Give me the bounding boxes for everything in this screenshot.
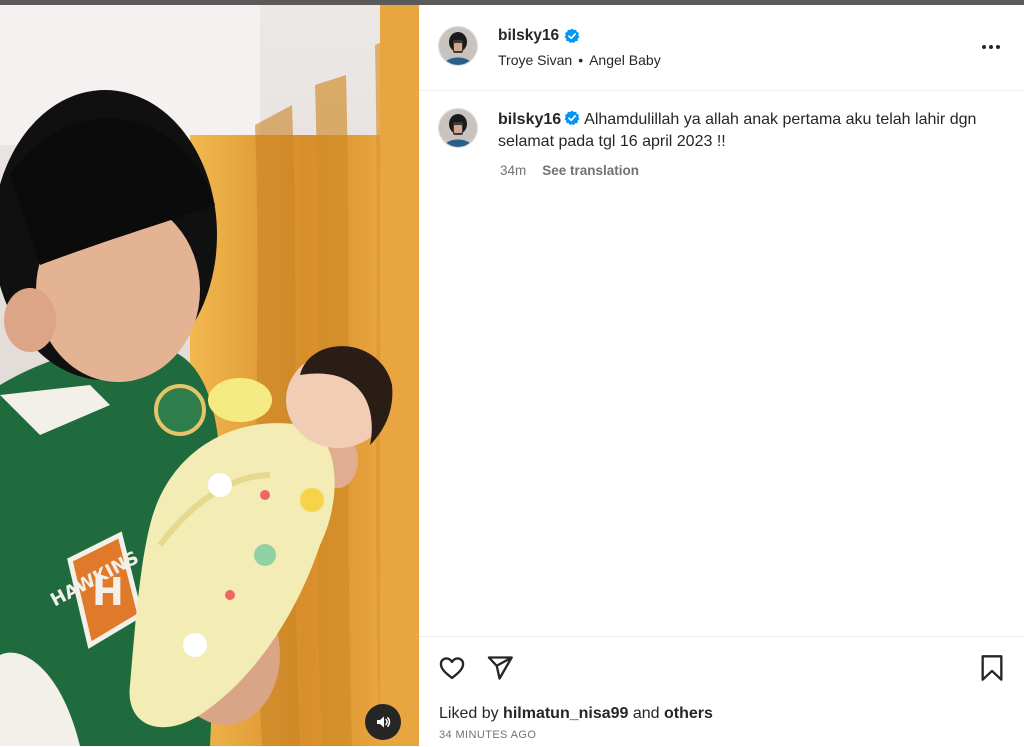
liked-by-user-link[interactable]: hilmatun_nisa99: [503, 705, 628, 722]
more-options-button[interactable]: [975, 31, 1007, 63]
see-translation-button[interactable]: See translation: [542, 163, 639, 178]
likes-conjunction: and: [632, 705, 660, 722]
audio-track-link[interactable]: Angel Baby: [589, 52, 661, 68]
liked-by-others-link[interactable]: others: [664, 705, 713, 722]
post-timestamp[interactable]: 34 minutes ago: [439, 729, 536, 741]
caption-author-avatar[interactable]: [439, 109, 477, 147]
speaker-icon: [377, 716, 391, 728]
post-actions: Liked by hilmatun_nisa99 and others 34 m…: [419, 636, 1024, 747]
likes-summary: Liked by hilmatun_nisa99 and others: [439, 705, 713, 723]
avatar-image: [439, 27, 477, 65]
audio-separator: •: [578, 52, 584, 68]
share-button[interactable]: [485, 653, 515, 683]
audio-artist-link[interactable]: Troye Sivan: [498, 52, 572, 68]
author-avatar[interactable]: [439, 27, 477, 65]
send-icon: [487, 656, 513, 680]
audio-toggle-button[interactable]: [365, 704, 401, 740]
author-username-text[interactable]: bilsky16: [498, 27, 559, 45]
verified-badge-icon: [564, 28, 580, 44]
bookmark-icon: [981, 655, 1003, 681]
verified-badge-icon: [564, 110, 580, 126]
heart-icon: [439, 657, 465, 680]
likes-prefix: Liked by: [439, 705, 499, 722]
avatar-image: [439, 109, 477, 147]
post-caption: bilsky16 Alhamdulillah ya allah anak per…: [498, 109, 998, 153]
like-button[interactable]: [437, 653, 467, 683]
more-horizontal-icon: [982, 45, 1000, 49]
post-header: bilsky16 Troye Sivan • Angel Baby: [419, 5, 1024, 91]
author-username[interactable]: bilsky16: [498, 27, 580, 45]
audio-attribution: Troye Sivan • Angel Baby: [498, 52, 661, 68]
save-button[interactable]: [977, 653, 1007, 683]
post-video[interactable]: H HAWKINS: [0, 5, 419, 746]
caption-meta: 34m See translation: [500, 163, 639, 178]
post-details-panel: bilsky16 Troye Sivan • Angel Baby bilsky…: [419, 5, 1024, 746]
video-frame-illustration: H HAWKINS: [0, 5, 419, 746]
caption-age[interactable]: 34m: [500, 163, 526, 178]
caption-username[interactable]: bilsky16: [498, 111, 561, 128]
